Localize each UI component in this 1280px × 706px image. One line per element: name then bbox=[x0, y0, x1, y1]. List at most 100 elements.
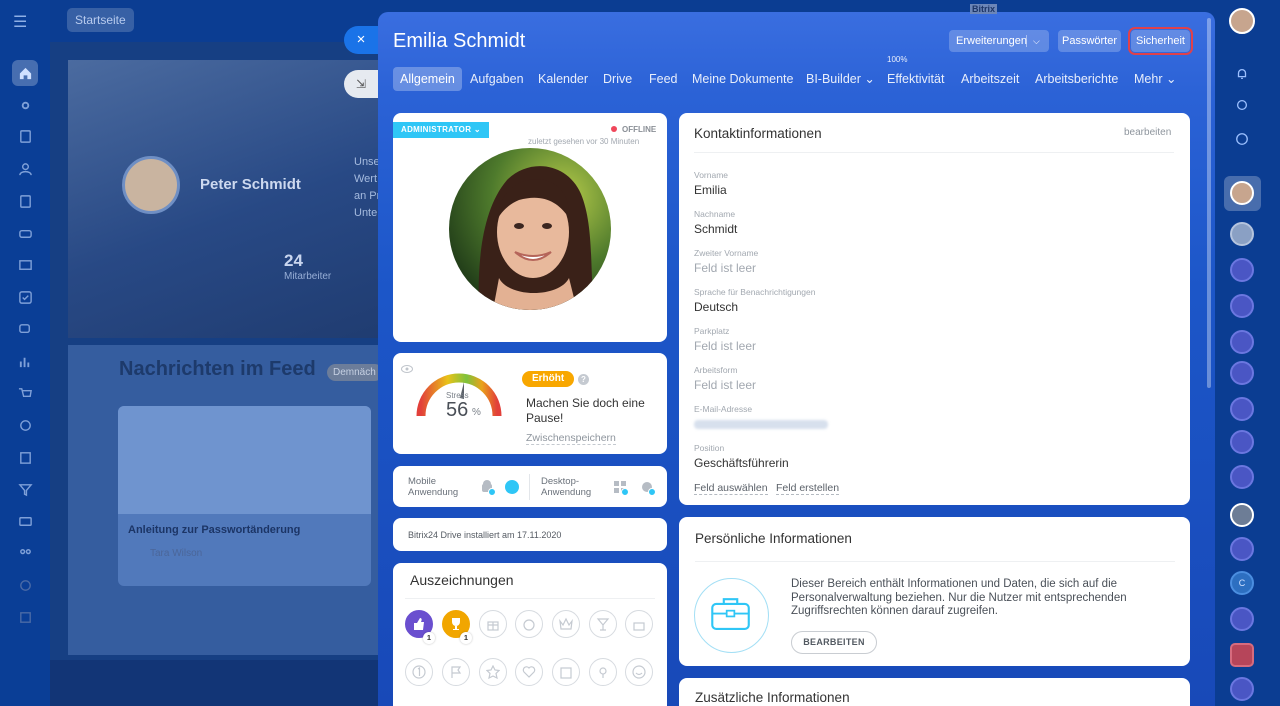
circle-icon[interactable] bbox=[12, 572, 38, 598]
building-icon[interactable] bbox=[12, 444, 38, 470]
extensions-button[interactable]: Erweiterungen ⌵ bbox=[949, 30, 1049, 52]
chat-item[interactable] bbox=[1230, 330, 1254, 354]
bell-icon[interactable] bbox=[1230, 62, 1254, 86]
file-icon[interactable] bbox=[12, 188, 38, 214]
chat-item[interactable] bbox=[1230, 430, 1254, 454]
stress-message: Machen Sie doch eine Pause! bbox=[526, 396, 645, 425]
list-icon[interactable] bbox=[12, 604, 38, 630]
chat-item[interactable] bbox=[1230, 258, 1254, 282]
field-label-email: E-Mail-Adresse bbox=[694, 404, 753, 414]
number-one-icon[interactable] bbox=[405, 658, 433, 686]
card-icon[interactable] bbox=[12, 508, 38, 534]
divider bbox=[405, 598, 655, 599]
contact-avatar[interactable] bbox=[1230, 222, 1254, 246]
smile-icon[interactable] bbox=[625, 658, 653, 686]
background-hero-banner bbox=[68, 60, 380, 338]
chevron-down-icon[interactable]: ⌵ bbox=[1033, 30, 1040, 52]
field-value-work-mode: Feld ist leer bbox=[694, 378, 757, 392]
chat-item[interactable] bbox=[1230, 397, 1254, 421]
scrollbar[interactable] bbox=[1207, 18, 1211, 388]
mobile-app-label: Mobile Anwendung bbox=[408, 476, 459, 498]
bar-chart-icon[interactable] bbox=[12, 348, 38, 374]
flag-icon[interactable] bbox=[442, 658, 470, 686]
flower-icon[interactable] bbox=[589, 658, 617, 686]
personal-info-title: Persönliche Informationen bbox=[695, 531, 852, 546]
drive-info-text: Bitrix24 Drive installiert am 17.11.2020 bbox=[408, 530, 562, 540]
save-link[interactable]: Zwischenspeichern bbox=[526, 432, 616, 445]
profile-avatar[interactable] bbox=[449, 148, 611, 310]
field-value-language: Deutsch bbox=[694, 300, 739, 314]
edit-contact-link[interactable]: bearbeiten bbox=[1124, 127, 1171, 138]
cake-icon[interactable] bbox=[625, 610, 653, 638]
field-label-first-name: Vorname bbox=[694, 170, 729, 180]
tab-kalender[interactable]: Kalender bbox=[538, 67, 588, 91]
contact-avatar[interactable] bbox=[1230, 503, 1254, 527]
task-item[interactable] bbox=[1230, 643, 1254, 667]
tab-arbeitsberichte[interactable]: Arbeitsberichte bbox=[1035, 67, 1118, 91]
gift-icon[interactable] bbox=[479, 610, 507, 638]
chat-bubble-icon[interactable] bbox=[1230, 127, 1254, 151]
cart-icon[interactable] bbox=[12, 380, 38, 406]
create-field-link[interactable]: Feld erstellen bbox=[776, 482, 840, 495]
help-icon[interactable]: ? bbox=[578, 374, 589, 385]
chat-icon[interactable] bbox=[12, 316, 38, 342]
tab-allgemein[interactable]: Allgemein bbox=[393, 67, 462, 91]
tab-mehr[interactable]: Mehr ⌄ bbox=[1134, 67, 1176, 91]
contact-initial[interactable]: C bbox=[1230, 571, 1254, 595]
add-icon bbox=[648, 488, 656, 496]
users-icon[interactable] bbox=[12, 156, 38, 182]
target-icon[interactable] bbox=[12, 412, 38, 438]
status-label: OFFLINE bbox=[622, 125, 657, 134]
cocktail-icon[interactable] bbox=[589, 610, 617, 638]
divider bbox=[529, 474, 530, 500]
app-store-icon[interactable] bbox=[505, 480, 519, 494]
tab-drive[interactable]: Drive bbox=[603, 67, 632, 91]
chat-item[interactable] bbox=[1230, 677, 1254, 701]
filter-icon[interactable] bbox=[12, 476, 38, 502]
star-icon[interactable] bbox=[479, 658, 507, 686]
tab-aufgaben[interactable]: Aufgaben bbox=[470, 67, 524, 91]
divider bbox=[1026, 35, 1027, 47]
awards-title: Auszeichnungen bbox=[410, 572, 514, 588]
heart-icon[interactable] bbox=[515, 658, 543, 686]
gear-icon[interactable] bbox=[12, 92, 38, 118]
field-value-parking: Feld ist leer bbox=[694, 339, 757, 353]
money-bag-icon[interactable] bbox=[515, 610, 543, 638]
home-icon[interactable] bbox=[12, 60, 38, 86]
tab-effektivitaet[interactable]: 100% Effektivität bbox=[887, 55, 944, 91]
select-field-link[interactable]: Feld auswählen bbox=[694, 482, 768, 495]
group-icon[interactable] bbox=[12, 540, 38, 566]
feed-badge: Demnäch bbox=[327, 364, 383, 381]
contact-info-card bbox=[679, 113, 1190, 505]
passwords-button[interactable]: Passwörter bbox=[1058, 30, 1121, 52]
role-badge[interactable]: ADMINISTRATOR ⌄ bbox=[393, 122, 489, 138]
crown-icon[interactable] bbox=[552, 610, 580, 638]
tab-meine-dokumente[interactable]: Meine Dokumente bbox=[692, 67, 793, 91]
storage-icon[interactable] bbox=[12, 220, 38, 246]
eye-icon[interactable] bbox=[401, 360, 413, 373]
chat-item[interactable] bbox=[1230, 537, 1254, 561]
security-button[interactable]: Sicherheit bbox=[1128, 27, 1193, 55]
tab-arbeitszeit[interactable]: Arbeitszeit bbox=[961, 67, 1019, 91]
edit-personal-info-button[interactable]: BEARBEITEN bbox=[791, 631, 877, 654]
tab-feed[interactable]: Feed bbox=[649, 67, 678, 91]
home-button[interactable]: Startseite bbox=[67, 8, 134, 32]
stress-level-badge: Erhöht bbox=[522, 371, 575, 387]
stress-value: 56 bbox=[446, 399, 469, 421]
tab-bi-builder[interactable]: BI-Builder ⌄ bbox=[806, 67, 875, 91]
hamburger-menu-icon[interactable]: ☰ bbox=[13, 12, 27, 32]
chat-item[interactable] bbox=[1230, 294, 1254, 318]
calendar-icon[interactable] bbox=[552, 658, 580, 686]
chat-item[interactable] bbox=[1230, 607, 1254, 631]
chat-item[interactable] bbox=[1230, 361, 1254, 385]
monitor-icon[interactable] bbox=[12, 252, 38, 278]
pulse-icon[interactable] bbox=[1230, 93, 1254, 117]
field-value-first-name: Emilia bbox=[694, 183, 727, 197]
checkbox-icon[interactable] bbox=[12, 284, 38, 310]
field-value-last-name: Schmidt bbox=[694, 222, 738, 236]
user-avatar[interactable] bbox=[1229, 8, 1255, 34]
background-profile-name: Peter Schmidt bbox=[200, 176, 301, 193]
chat-item[interactable] bbox=[1230, 465, 1254, 489]
document-icon[interactable] bbox=[12, 123, 38, 149]
contact-avatar[interactable] bbox=[1230, 181, 1254, 205]
